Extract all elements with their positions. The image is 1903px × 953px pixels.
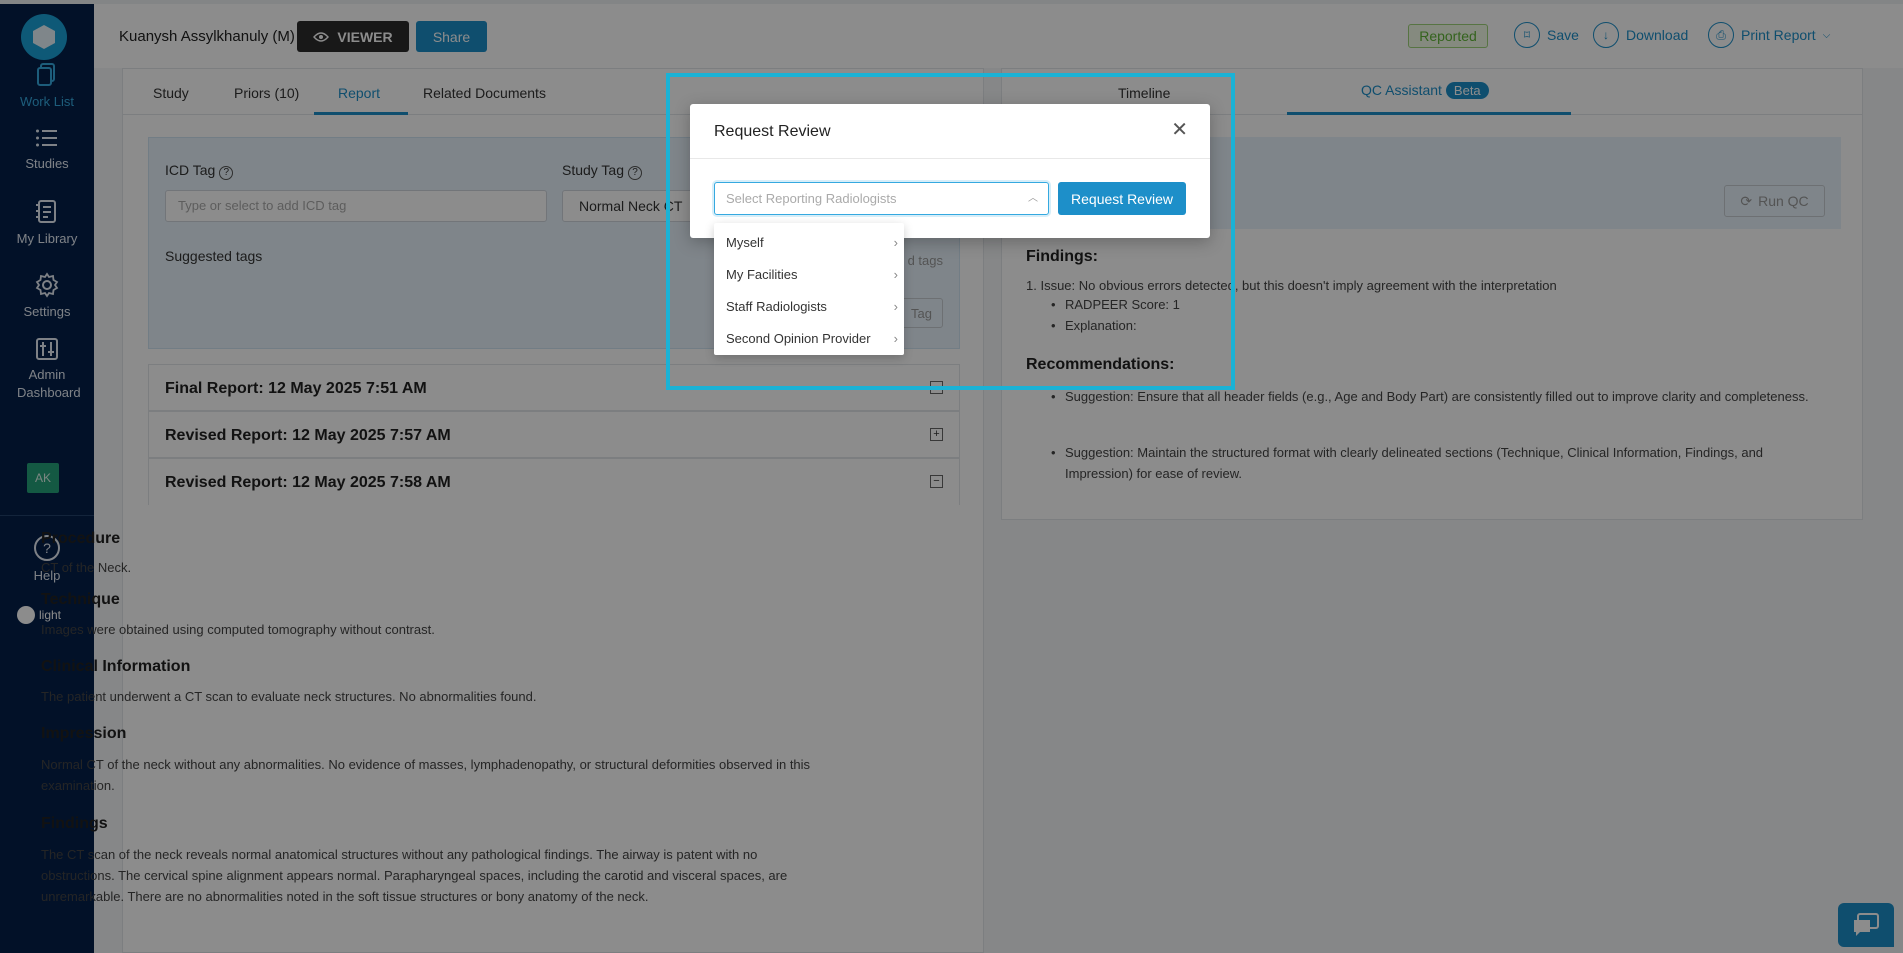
modal-title: Request Review: [714, 123, 831, 140]
close-icon[interactable]: ✕: [1171, 120, 1188, 140]
chevron-up-icon: ︿: [1028, 193, 1038, 204]
dropdown-item-staff-radiologists[interactable]: Staff Radiologists ›: [714, 291, 904, 323]
dropdown-item-second-opinion-provider[interactable]: Second Opinion Provider ›: [714, 323, 904, 355]
request-review-modal: Request Review ✕ Select Reporting Radiol…: [690, 104, 1210, 238]
request-review-button[interactable]: Request Review: [1058, 182, 1186, 215]
modal-divider: [690, 158, 1210, 159]
dropdown-item-label: Second Opinion Provider: [726, 331, 871, 346]
chevron-right-icon: ›: [893, 235, 898, 250]
dropdown-item-label: Myself: [726, 235, 764, 250]
dropdown-item-myself[interactable]: Myself ›: [714, 227, 904, 259]
radiologist-dropdown: Myself › My Facilities › Staff Radiologi…: [714, 223, 904, 355]
dropdown-item-my-facilities[interactable]: My Facilities ›: [714, 259, 904, 291]
radiologist-select[interactable]: Select Reporting Radiologists ︿: [714, 182, 1049, 215]
chevron-right-icon: ›: [893, 331, 898, 346]
chevron-right-icon: ›: [893, 267, 898, 282]
select-placeholder: Select Reporting Radiologists: [726, 191, 897, 206]
dropdown-item-label: Staff Radiologists: [726, 299, 827, 314]
dropdown-item-label: My Facilities: [726, 267, 798, 282]
chevron-right-icon: ›: [893, 299, 898, 314]
